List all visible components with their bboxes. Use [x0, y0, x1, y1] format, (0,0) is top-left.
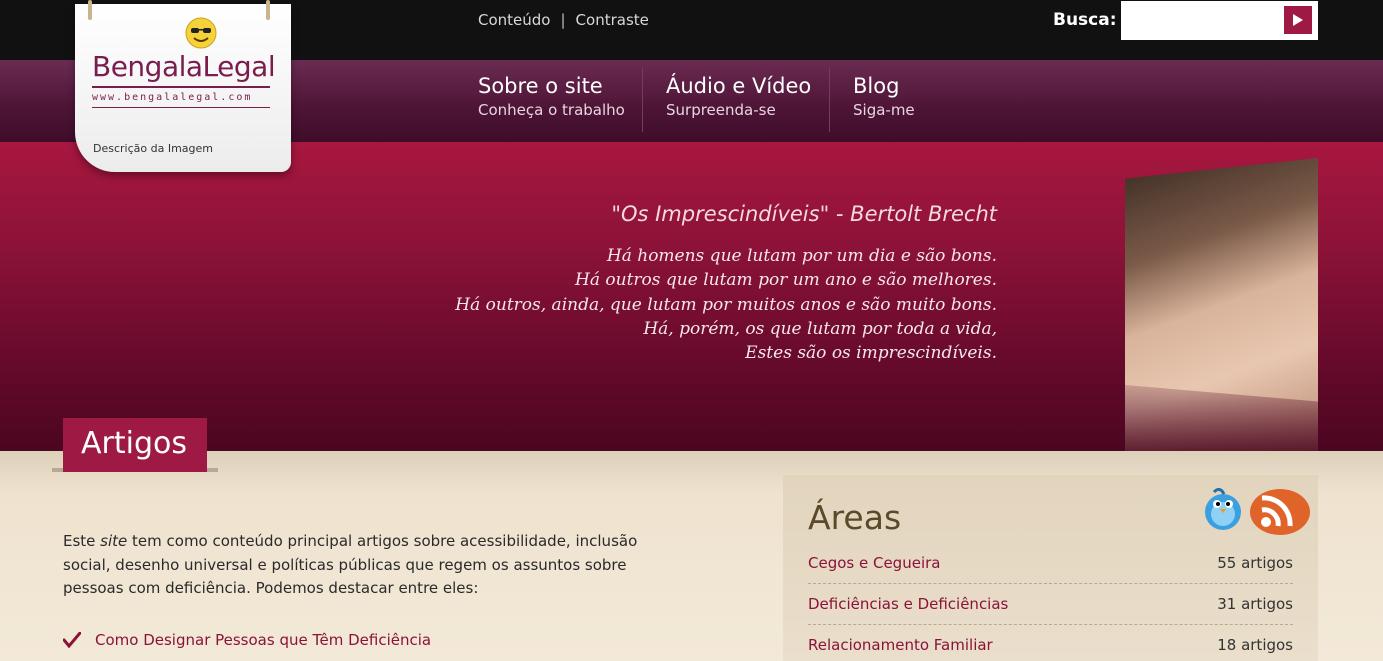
poem-line: Há homens que lutam por um dia e são bon… [606, 246, 997, 266]
nav-subtitle: Conheça o trabalho [478, 101, 625, 119]
nav-title: Áudio e Vídeo [666, 74, 812, 98]
top-links: Conteúdo | Contraste [478, 11, 649, 29]
area-count: 31 artigos [1217, 595, 1293, 613]
intro-emphasis: site [100, 532, 128, 550]
area-name[interactable]: Relacionamento Familiar [808, 636, 993, 654]
quote-title: "Os Imprescindíveis" - Bertolt Brecht [611, 202, 997, 226]
link-contraste[interactable]: Contraste [576, 11, 649, 29]
nav-item-sobre[interactable]: Sobre o site Conheça o trabalho [478, 74, 625, 134]
top-links-separator: | [560, 11, 566, 29]
poem-line: Há outros que lutam por um ano e são mel… [575, 270, 997, 291]
area-row[interactable]: Deficiências e Deficiências 31 artigos [808, 584, 1293, 625]
poem-line: Há outros, ainda, que lutam por muitos a… [455, 294, 997, 315]
area-count: 18 artigos [1217, 636, 1293, 654]
hanging-string [88, 0, 92, 20]
hanging-string [266, 0, 270, 20]
nav-item-blog[interactable]: Blog Siga-me [853, 74, 915, 134]
area-name[interactable]: Deficiências e Deficiências [808, 595, 1008, 613]
poem-line: Estes são os imprescindíveis. [745, 343, 997, 364]
logo-url: www.bengalalegal.com [92, 92, 253, 103]
smiley-icon [185, 17, 217, 49]
rss-feed-icon[interactable] [1248, 484, 1312, 536]
nav-title: Sobre o site [478, 74, 603, 98]
nav-subtitle: Siga-me [853, 101, 915, 119]
area-count: 55 artigos [1217, 554, 1293, 572]
nav-divider [829, 68, 830, 132]
area-row[interactable]: Relacionamento Familiar 18 artigos [808, 625, 1293, 661]
poem: Há homens que lutam por um dia e são bon… [455, 244, 997, 365]
search-label: Busca: [1053, 10, 1117, 30]
nav-subtitle: Surpreenda-se [666, 101, 776, 119]
logo-rule [92, 86, 270, 88]
section-tab-artigos: Artigos [63, 418, 207, 472]
play-arrow-icon [1293, 14, 1303, 26]
nav-divider [642, 68, 643, 132]
search-input[interactable] [1124, 6, 1280, 34]
checkmark-icon [63, 632, 81, 648]
article-link[interactable]: Como Designar Pessoas que Têm Deficiênci… [95, 631, 431, 649]
area-row[interactable]: Cegos e Cegueira 55 artigos [808, 543, 1293, 584]
twitter-bird-icon[interactable] [1200, 484, 1246, 532]
intro-text: tem como conteúdo principal artigos sobr… [63, 532, 638, 597]
list-item: Como Designar Pessoas que Têm Deficiênci… [63, 631, 431, 649]
logo-rule [92, 107, 270, 108]
link-conteudo[interactable]: Conteúdo [478, 11, 550, 29]
poem-line: Há, porém, os que lutam por toda a vida, [643, 318, 997, 339]
nav-title: Blog [853, 74, 900, 98]
section-title: Artigos [81, 426, 187, 461]
search-button[interactable] [1284, 6, 1312, 34]
nav-item-audio-video[interactable]: Áudio e Vídeo Surpreenda-se [666, 74, 811, 134]
areas-title: Áreas [808, 498, 902, 537]
area-name[interactable]: Cegos e Cegueira [808, 554, 940, 572]
logo-caption[interactable]: Descrição da Imagem [93, 142, 213, 155]
intro-paragraph: Este site tem como conteúdo principal ar… [63, 530, 683, 601]
intro-text: Este [63, 532, 101, 550]
logo-wordmark: BengalaLegal [92, 50, 276, 83]
